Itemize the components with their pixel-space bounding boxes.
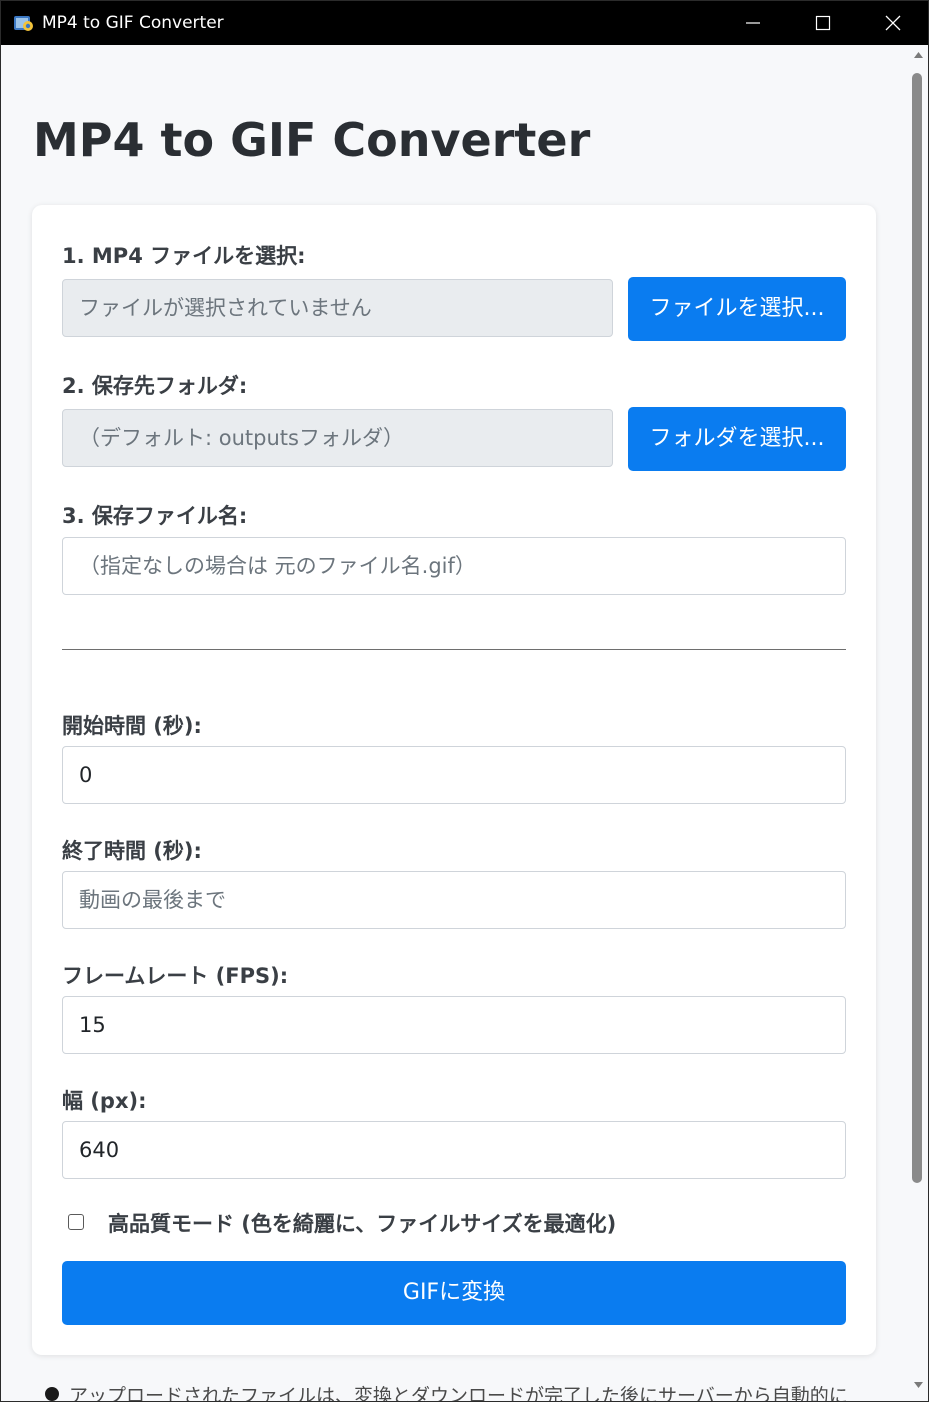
vertical-scrollbar[interactable] [909, 45, 928, 1401]
start-time-input[interactable]: 0 [62, 746, 846, 804]
minimize-button[interactable] [730, 1, 776, 45]
selected-file-placeholder: ファイルが選択されていません [79, 296, 372, 320]
main-content: MP4 to GIF Converter 1. MP4 ファイルを選択: ファイ… [1, 45, 909, 1401]
end-time-placeholder: 動画の最後まで [79, 888, 226, 912]
python-icon [13, 13, 35, 33]
scroll-up-arrow-icon[interactable] [913, 51, 924, 59]
filename-input[interactable]: （指定なしの場合は 元のファイル名.gif） [62, 537, 846, 595]
end-time-input[interactable]: 動画の最後まで [62, 871, 846, 929]
width-value: 640 [79, 1138, 120, 1162]
file-select-label: 1. MP4 ファイルを選択: [62, 244, 306, 268]
end-time-label: 終了時間 (秒): [62, 839, 202, 863]
selected-folder-display: （デフォルト: outputsフォルダ） [62, 409, 613, 467]
fps-value: 15 [79, 1013, 106, 1037]
app-window: MP4 to GIF Converter MP4 to GIF Converte… [0, 0, 929, 1402]
fps-label: フレームレート (FPS): [62, 964, 289, 988]
start-time-value: 0 [79, 763, 93, 787]
converter-form-card: 1. MP4 ファイルを選択: ファイルが選択されていません ファイルを選択..… [32, 205, 876, 1355]
scrollbar-thumb[interactable] [912, 73, 922, 1183]
fps-input[interactable]: 15 [62, 996, 846, 1054]
width-input[interactable]: 640 [62, 1121, 846, 1179]
high-quality-checkbox[interactable] [68, 1214, 84, 1230]
folder-select-label: 2. 保存先フォルダ: [62, 374, 248, 398]
convert-to-gif-button[interactable]: GIFに変換 [62, 1261, 846, 1325]
info-bullet-icon [45, 1387, 59, 1401]
select-folder-button[interactable]: フォルダを選択... [628, 407, 846, 471]
width-label: 幅 (px): [62, 1089, 147, 1113]
page-title: MP4 to GIF Converter [33, 113, 591, 167]
maximize-button[interactable] [800, 1, 846, 45]
section-divider [62, 649, 846, 650]
maximize-icon [815, 15, 831, 31]
filename-placeholder: （指定なしの場合は 元のファイル名.gif） [79, 554, 476, 578]
footer-note: アップロードされたファイルは、変換とダウンロードが完了した後にサーバーから自動的… [69, 1385, 848, 1401]
select-file-button[interactable]: ファイルを選択... [628, 277, 846, 341]
selected-folder-placeholder: （デフォルト: outputsフォルダ） [79, 426, 404, 450]
start-time-label: 開始時間 (秒): [62, 714, 202, 738]
title-bar[interactable]: MP4 to GIF Converter [1, 1, 928, 45]
selected-file-display: ファイルが選択されていません [62, 279, 613, 337]
high-quality-label[interactable]: 高品質モード (色を綺麗に、ファイルサイズを最適化) [108, 1208, 616, 1238]
scroll-down-arrow-icon[interactable] [913, 1381, 924, 1389]
minimize-icon [746, 22, 760, 24]
close-button[interactable] [870, 1, 916, 45]
close-icon [885, 15, 901, 31]
filename-label: 3. 保存ファイル名: [62, 504, 248, 528]
window-title: MP4 to GIF Converter [42, 13, 224, 33]
